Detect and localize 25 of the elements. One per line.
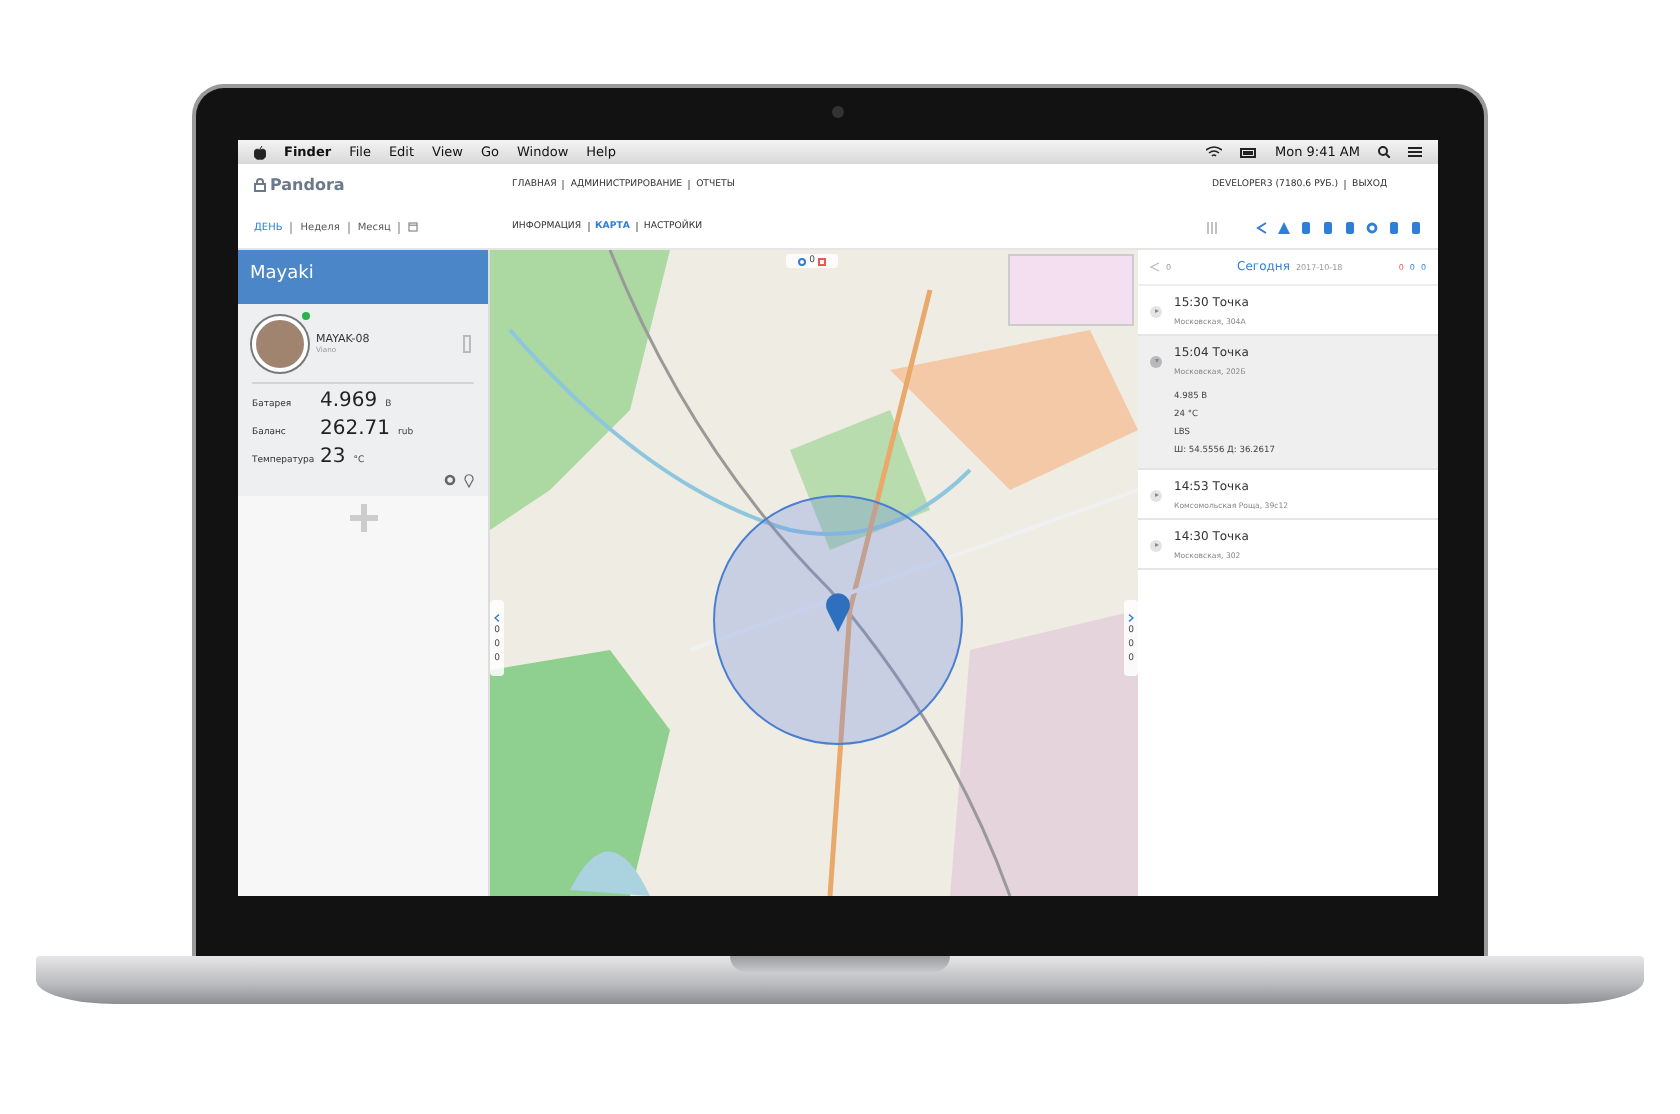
- location-pin-icon[interactable]: [464, 474, 474, 488]
- square-icon: [818, 257, 827, 265]
- expand-icon[interactable]: [1150, 355, 1162, 367]
- chevron-left-icon[interactable]: [494, 613, 500, 621]
- share-icon: [1150, 262, 1160, 272]
- list-icon: [1408, 146, 1422, 158]
- wifi-icon: [1205, 146, 1221, 158]
- apple-icon: [254, 145, 266, 159]
- warning-icon[interactable]: [1278, 221, 1290, 233]
- logo: Pandora: [254, 175, 506, 193]
- camera-icon: [832, 106, 844, 118]
- expand-icon[interactable]: [1150, 539, 1162, 551]
- sidebar-title: Mayaki: [238, 250, 488, 304]
- sliders-icon: [1206, 221, 1218, 233]
- stat-value: 262.71: [320, 418, 390, 440]
- photo-placeholder: [252, 316, 308, 372]
- search-icon: [1378, 146, 1390, 158]
- expand-icon[interactable]: [1150, 305, 1162, 317]
- stat-value: 4.969: [320, 390, 378, 412]
- circle-icon: [797, 257, 806, 265]
- chevron-right-icon[interactable]: [1128, 613, 1134, 621]
- stat-value: 23: [320, 446, 346, 468]
- calendar-icon: [408, 222, 419, 232]
- expand-icon[interactable]: [1150, 489, 1162, 501]
- share-icon[interactable]: [1256, 221, 1268, 233]
